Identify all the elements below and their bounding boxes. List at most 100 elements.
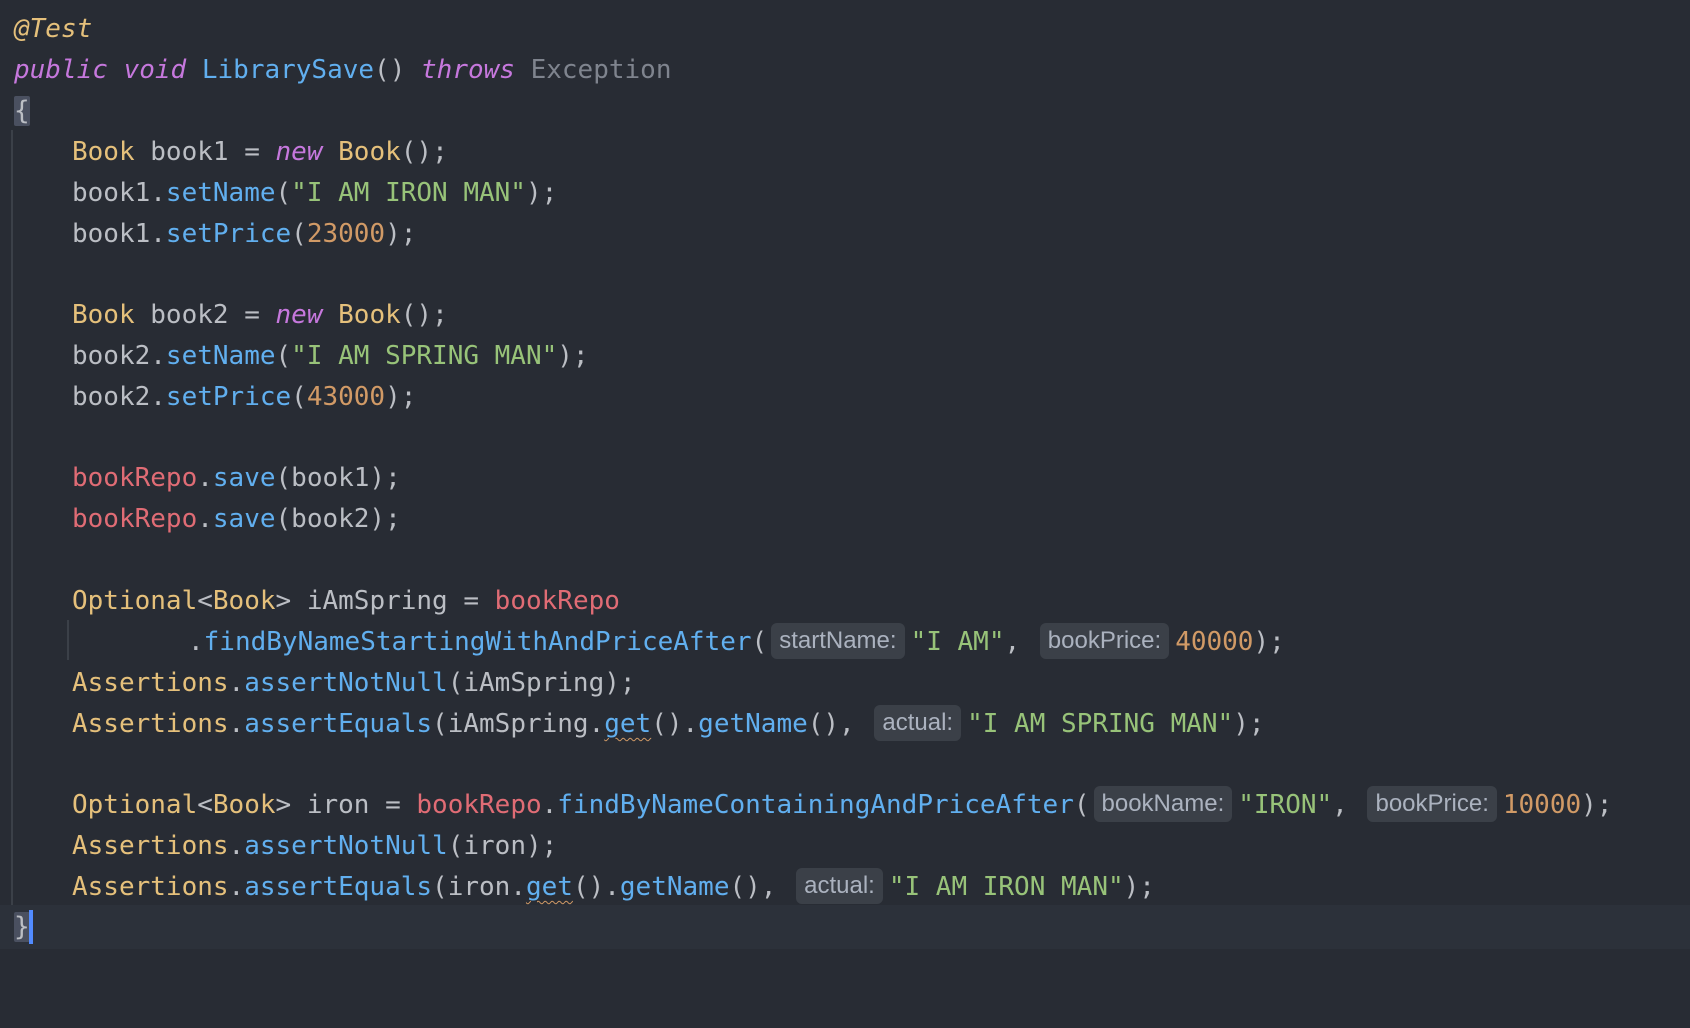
code-line-10[interactable]: bookRepo.save(book1); [72,456,401,500]
punctuation-token: . [228,872,245,902]
object-token: book2. [72,382,166,412]
parameter-hint: bookPrice: [1367,786,1497,822]
method-call-token: setPrice [165,382,292,412]
type-token: Optional [72,790,198,820]
punctuation-token: . [228,668,245,698]
warning-method-token[interactable]: get [604,709,651,739]
field-token: bookRepo [72,463,198,493]
keyword-token: void [123,55,187,85]
punctuation-token: ); [1581,790,1613,820]
object-token: book2. [72,341,166,371]
block-guide [11,130,13,910]
keyword-token: new [275,137,323,167]
punctuation-token: ); [1253,627,1285,657]
method-call-token: getName [619,872,730,902]
code-line-19[interactable]: } [14,905,30,949]
variable-token: book2 = [134,300,276,330]
code-line-11[interactable]: bookRepo.save(book2); [72,497,401,541]
code-line-1[interactable]: @Test [14,7,92,51]
punctuation-token: (). [572,872,620,902]
punctuation-token: ( [275,178,292,208]
continuation-indent-guide [67,620,69,660]
arguments-token: (iron. [432,872,526,902]
method-call-token: findByNameContainingAndPriceAfter [557,790,1074,820]
type-token: Book [212,790,276,820]
punctuation-token: ); [1233,709,1265,739]
keyword-token: new [275,300,323,330]
code-line-9[interactable]: book2.setPrice(43000); [72,375,416,419]
warning-method-token[interactable]: get [526,872,573,902]
punctuation-token: ); [525,178,558,208]
code-line-8[interactable]: book2.setName("I AM SPRING MAN"); [72,334,589,378]
method-call-token: assertNotNull [244,831,448,861]
punctuation-token: ( [291,219,307,249]
type-token: Book [72,300,135,330]
method-call-token: findByNameStartingWithAndPriceAfter [203,627,752,657]
variable-token: iAmSpring = [291,586,495,616]
code-line-16[interactable]: Optional<Book> iron = bookRepo.findByNam… [72,783,1612,827]
type-token: Book [212,586,276,616]
punctuation-token: > [275,790,292,820]
code-line-14[interactable]: Assertions.assertNotNull(iAmSpring); [72,661,636,705]
code-line-6[interactable]: book1.setPrice(23000); [72,212,416,256]
code-line-18[interactable]: Assertions.assertEquals(iron.get().getNa… [72,865,1155,909]
code-line-12[interactable]: Optional<Book> iAmSpring = bookRepo [72,579,620,623]
field-token: bookRepo [72,504,198,534]
punctuation-token: < [197,790,213,820]
punctuation-token: ( [291,382,307,412]
string-literal-token: "I AM SPRING MAN" [291,341,558,371]
code-line-5[interactable]: book1.setName("I AM IRON MAN"); [72,171,557,215]
arguments-token: (book1); [275,463,401,493]
code-line-15[interactable]: Assertions.assertEquals(iAmSpring.get().… [72,702,1265,746]
parameter-hint: startName: [771,623,905,659]
keyword-token: throws [421,55,515,85]
open-brace-token: { [14,96,30,126]
punctuation-token: ( [275,341,292,371]
code-line-3[interactable]: { [14,89,30,133]
code-line-7[interactable]: Book book2 = new Book(); [72,293,448,337]
punctuation-token: ( [751,627,768,657]
punctuation-token: ); [557,341,589,371]
type-token: Assertions [72,872,229,902]
variable-token: iron = [291,790,417,820]
string-literal-token: "I AM" [910,627,1005,657]
code-line-13[interactable]: .findByNameStartingWithAndPriceAfter(sta… [188,620,1285,664]
method-call-token: getName [698,709,808,739]
arguments-token: (iAmSpring. [432,709,605,739]
string-literal-token: "I AM SPRING MAN" [967,709,1234,739]
variable-token: book1 = [134,137,276,167]
number-literal-token: 23000 [306,219,386,249]
method-call-token: assertEquals [244,872,433,902]
method-call-token: save [212,463,276,493]
field-token: bookRepo [416,790,542,820]
punctuation-token: ); [1123,872,1155,902]
punctuation-token: . [197,463,213,493]
punctuation-token: ); [385,382,417,412]
arguments-token: (iAmSpring); [447,668,636,698]
code-line-2[interactable]: public void LibrarySave() throws Excepti… [14,48,671,92]
string-literal-token: "I AM IRON MAN" [888,872,1124,902]
method-name-token: LibrarySave [201,55,375,85]
punctuation-token: ( [1073,790,1090,820]
code-line-4[interactable]: Book book1 = new Book(); [72,130,448,174]
arguments-token: (iron); [447,831,558,861]
current-line-highlight [0,905,1690,949]
punctuation-token: > [275,586,292,616]
close-brace-token: } [14,912,30,942]
code-editor[interactable]: @Test public void LibrarySave() throws E… [0,0,1690,1028]
punctuation-token: . [228,831,245,861]
method-call-token: setName [165,178,276,208]
exception-type-token: Exception [530,55,672,85]
method-call-token: save [212,504,276,534]
punctuation-token: (); [400,300,448,330]
punctuation-token: (); [400,137,448,167]
annotation-token: @Test [14,14,93,44]
punctuation-token: (), [807,709,855,739]
string-literal-token: "IRON" [1238,790,1333,820]
type-token: Book [338,137,401,167]
parens-token: () [374,55,406,85]
object-token: book1. [72,219,166,249]
parameter-hint: bookPrice: [1039,623,1170,659]
type-token: Book [338,300,401,330]
code-line-17[interactable]: Assertions.assertNotNull(iron); [72,824,557,868]
